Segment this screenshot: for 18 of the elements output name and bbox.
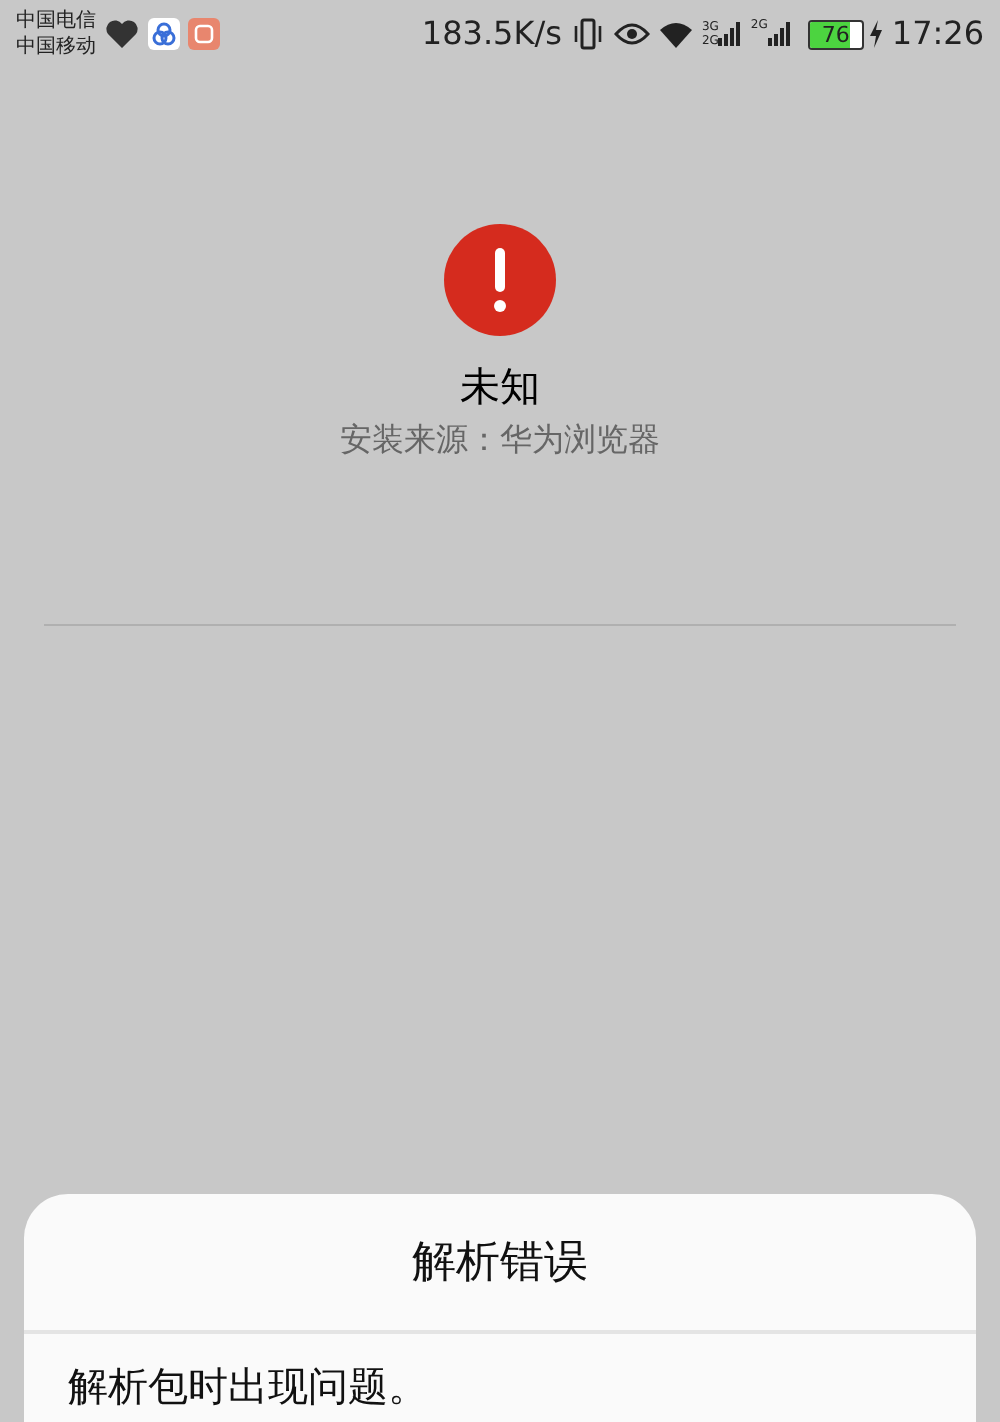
heart-icon [104,18,140,50]
install-source: 安装来源：华为浏览器 [340,418,660,462]
wifi-icon [657,20,694,48]
battery-indicator: 76 [807,19,864,49]
clock: 17:26 [891,12,984,56]
vibrate-icon [569,18,606,50]
network-speed: 183.5K/s [421,12,562,56]
warning-icon [444,224,556,336]
carrier-name: 中国移动 [16,34,96,60]
signal-icon [718,22,743,46]
app-icon [188,18,220,50]
signal-icon [767,22,792,46]
dialog-title: 解析错误 [412,1235,588,1291]
app-icon [148,18,180,50]
eye-icon [613,20,650,48]
dialog-message: 解析包时出现问题。 [68,1362,428,1410]
carrier-name: 中国电信 [16,8,96,34]
app-name: 未知 [460,360,540,412]
